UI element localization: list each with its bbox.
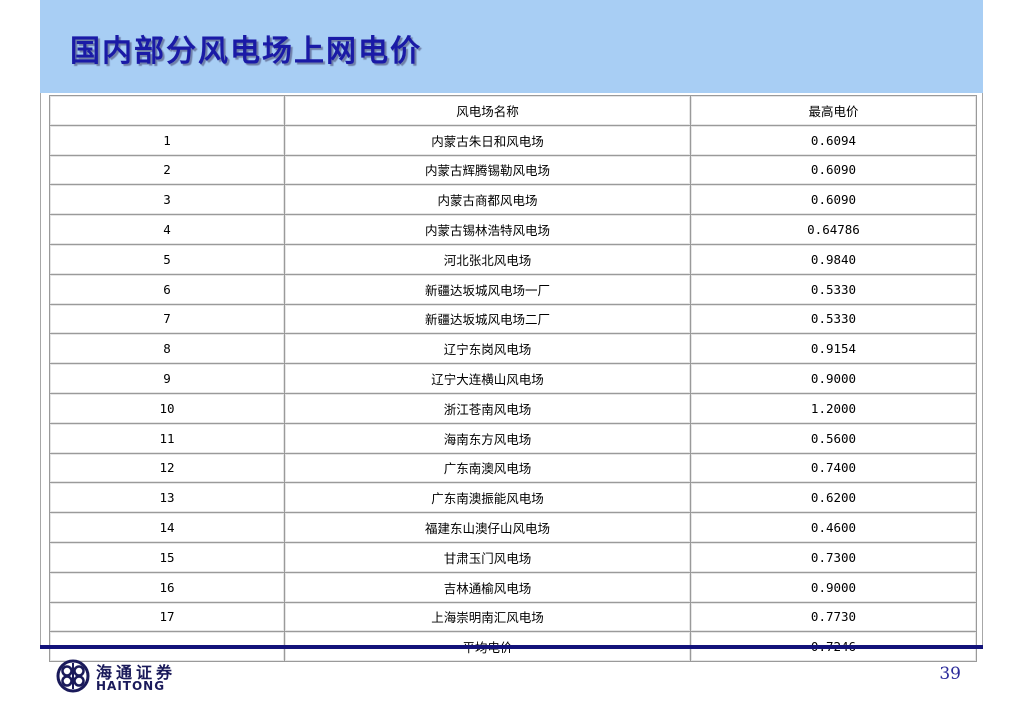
row-index-cell: 11: [49, 422, 285, 454]
max-price-cell: 0.6200: [690, 482, 977, 514]
farm-name-cell: 内蒙古辉腾锡勒风电场: [284, 154, 691, 186]
table-row: 6 新疆达坂城风电场一厂 0.5330: [49, 273, 977, 305]
max-price-cell: 0.5330: [690, 273, 977, 305]
table-row: 2 内蒙古辉腾锡勒风电场 0.6090: [49, 154, 977, 186]
table-row: 15 甘肃玉门风电场 0.7300: [49, 541, 977, 573]
farm-name-cell: 广东南澳风电场: [284, 452, 691, 484]
table-frame: 风电场名称 最高电价 1 内蒙古朱日和风电场 0.6094 2 内蒙古辉腾锡勒风电场 0.…: [40, 93, 983, 663]
table-row: 7 新疆达坂城风电场二厂 0.5330: [49, 303, 977, 335]
row-index-cell: 17: [49, 601, 285, 633]
haitong-logo-icon: [56, 659, 90, 693]
row-index-cell: 8: [49, 333, 285, 365]
farm-name-cell: 辽宁大连横山风电场: [284, 363, 691, 394]
row-index-cell: 1: [49, 124, 285, 156]
row-index-cell: 5: [49, 243, 285, 275]
max-price-cell: 0.7730: [690, 601, 977, 633]
max-price-cell: 0.7400: [690, 452, 977, 484]
farm-name-cell: 浙江苍南风电场: [284, 392, 691, 424]
row-index-cell: 9: [49, 363, 285, 394]
max-price-cell: 0.6090: [690, 184, 977, 216]
table-row: 14 福建东山澳仔山风电场 0.4600: [49, 512, 977, 543]
farm-name-cell: 内蒙古锡林浩特风电场: [284, 214, 691, 245]
table-row: 17 上海崇明南汇风电场 0.7730: [49, 601, 977, 633]
row-index-cell: 7: [49, 303, 285, 335]
row-index-cell: 3: [49, 184, 285, 216]
table-row: 1 内蒙古朱日和风电场 0.6094: [49, 124, 977, 156]
row-index-cell: 10: [49, 392, 285, 424]
slide-title: 国内部分风电场上网电价: [70, 34, 422, 69]
row-index-cell: 16: [49, 571, 285, 603]
header-farm-name: 风电场名称: [284, 95, 691, 126]
farm-name-cell: 新疆达坂城风电场二厂: [284, 303, 691, 335]
max-price-cell: 0.9000: [690, 571, 977, 603]
row-index-cell: 15: [49, 541, 285, 573]
row-index-cell: 13: [49, 482, 285, 514]
max-price-cell: 0.7300: [690, 541, 977, 573]
table-row: 5 河北张北风电场 0.9840: [49, 243, 977, 275]
max-price-cell: 0.5600: [690, 422, 977, 454]
max-price-cell: 0.9154: [690, 333, 977, 365]
table-row: 9 辽宁大连横山风电场 0.9000: [49, 363, 977, 394]
max-price-cell: 1.2000: [690, 392, 977, 424]
farm-name-cell: 内蒙古朱日和风电场: [284, 124, 691, 156]
table-row: 13 广东南澳振能风电场 0.6200: [49, 482, 977, 514]
wind-farm-price-table: 风电场名称 最高电价 1 内蒙古朱日和风电场 0.6094 2 内蒙古辉腾锡勒风电场 0.…: [49, 95, 977, 663]
farm-name-cell: 福建东山澳仔山风电场: [284, 512, 691, 543]
row-index-cell: 6: [49, 273, 285, 305]
farm-name-cell: 甘肃玉门风电场: [284, 541, 691, 573]
page-number: 39: [939, 664, 961, 684]
table-row: 8 辽宁东岗风电场 0.9154: [49, 333, 977, 365]
table-row: 10 浙江苍南风电场 1.2000: [49, 392, 977, 424]
farm-name-cell: 新疆达坂城风电场一厂: [284, 273, 691, 305]
header-index: [49, 95, 285, 126]
table-row: 12 广东南澳风电场 0.7400: [49, 452, 977, 484]
farm-name-cell: 广东南澳振能风电场: [284, 482, 691, 514]
row-index-cell: 12: [49, 452, 285, 484]
max-price-cell: 0.9000: [690, 363, 977, 394]
farm-name-cell: 河北张北风电场: [284, 243, 691, 275]
row-index-cell: 2: [49, 154, 285, 186]
table-row: 3 内蒙古商都风电场 0.6090: [49, 184, 977, 216]
company-logo: 海通证券 HAITONG: [56, 659, 181, 695]
max-price-cell: 0.4600: [690, 512, 977, 543]
max-price-cell: 0.6094: [690, 124, 977, 156]
table-row: 11 海南东方风电场 0.5600: [49, 422, 977, 454]
footer-rule: [40, 645, 983, 649]
farm-name-cell: 海南东方风电场: [284, 422, 691, 454]
max-price-cell: 0.64786: [690, 214, 977, 245]
table-header-row: 风电场名称 最高电价: [49, 95, 977, 126]
header-max-price: 最高电价: [690, 95, 977, 126]
farm-name-cell: 内蒙古商都风电场: [284, 184, 691, 216]
farm-name-cell: 吉林通榆风电场: [284, 571, 691, 603]
logo-english-text: HAITONG: [96, 679, 166, 693]
row-index-cell: 14: [49, 512, 285, 543]
row-index-cell: 4: [49, 214, 285, 245]
max-price-cell: 0.6090: [690, 154, 977, 186]
table-row: 16 吉林通榆风电场 0.9000: [49, 571, 977, 603]
max-price-cell: 0.5330: [690, 303, 977, 335]
farm-name-cell: 辽宁东岗风电场: [284, 333, 691, 365]
table-row: 4 内蒙古锡林浩特风电场 0.64786: [49, 214, 977, 245]
max-price-cell: 0.9840: [690, 243, 977, 275]
farm-name-cell: 上海崇明南汇风电场: [284, 601, 691, 633]
